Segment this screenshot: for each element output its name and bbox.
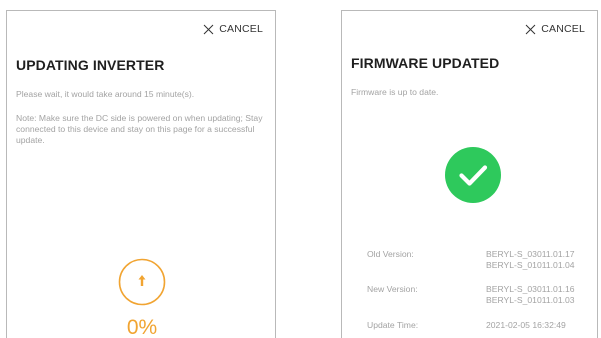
new-version-value: BERYL-S_03011.01.16 BERYL-S_01011.01.03 — [486, 284, 575, 306]
progress-percent: 0% — [126, 316, 158, 338]
new-version-line-1: BERYL-S_03011.01.16 — [486, 284, 575, 294]
firmware-updated-screen: CANCEL FIRMWARE UPDATED Firmware is up t… — [341, 10, 598, 338]
update-time-label: Update Time: — [367, 320, 419, 330]
close-icon — [203, 24, 214, 34]
page-title: UPDATING INVERTER — [16, 57, 165, 73]
status-message: Firmware is up to date. — [351, 87, 439, 97]
wait-message: Please wait, it would take around 15 min… — [16, 89, 195, 99]
update-time-line-1: 2021-02-05 16:32:49 — [486, 320, 566, 330]
updating-inverter-screen: CANCEL UPDATING INVERTER Please wait, it… — [6, 10, 276, 338]
success-badge — [445, 147, 501, 203]
close-icon — [525, 24, 536, 34]
old-version-line-2: BERYL-S_01011.01.04 — [486, 260, 575, 270]
old-version-line-1: BERYL-S_03011.01.17 — [486, 249, 575, 259]
note-message: Note: Make sure the DC side is powered o… — [16, 113, 263, 146]
cancel-button[interactable]: CANCEL — [525, 23, 585, 35]
arrow-up-icon — [138, 275, 146, 286]
cancel-button[interactable]: CANCEL — [203, 23, 263, 35]
screenshot-stage: CANCEL UPDATING INVERTER Please wait, it… — [0, 0, 601, 338]
cancel-label: CANCEL — [541, 23, 585, 35]
cancel-label: CANCEL — [219, 23, 263, 35]
new-version-line-2: BERYL-S_01011.01.03 — [486, 295, 575, 305]
update-time-value: 2021-02-05 16:32:49 — [486, 320, 566, 331]
progress-indicator — [118, 258, 166, 306]
page-title: FIRMWARE UPDATED — [351, 55, 500, 71]
old-version-value: BERYL-S_03011.01.17 BERYL-S_01011.01.04 — [486, 249, 575, 271]
new-version-label: New Version: — [367, 284, 418, 294]
old-version-label: Old Version: — [367, 249, 414, 259]
